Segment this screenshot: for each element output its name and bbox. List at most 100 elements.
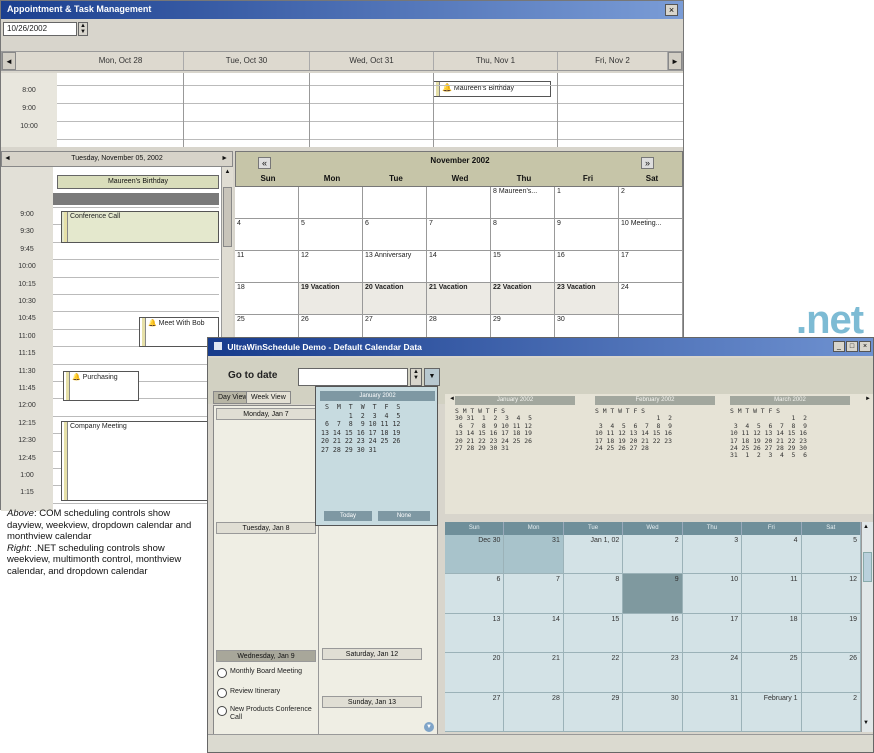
- month-day-cell[interactable]: 8: [563, 574, 624, 614]
- month-day-cell[interactable]: 6: [363, 219, 427, 251]
- month-day-cell[interactable]: 15: [563, 613, 624, 654]
- dropdown-calendar[interactable]: January 2002 S M T W T F S 1 2 3 4 5 6 7…: [315, 386, 438, 526]
- allday-event[interactable]: Maureen's Birthday: [57, 175, 219, 189]
- more-items-icon[interactable]: ▼: [424, 722, 434, 732]
- month-day-cell[interactable]: 21 Vacation: [427, 283, 491, 315]
- monthview-scrollbar[interactable]: ▲ ▼: [861, 522, 873, 732]
- month-day-cell[interactable]: 4: [235, 219, 299, 251]
- scroll-up-icon[interactable]: ▲: [863, 524, 869, 530]
- month-day-cell[interactable]: 2: [801, 692, 861, 732]
- month-day-cell[interactable]: 15: [491, 251, 555, 283]
- month-day-cell[interactable]: 23 Vacation: [555, 283, 619, 315]
- month-day-cell[interactable]: 14: [504, 613, 564, 654]
- scroll-up-icon[interactable]: ▲: [223, 169, 232, 178]
- mm-day-grid[interactable]: S M T W T F S 30 31 1 2 3 4 5 6 7 8 9 10…: [455, 407, 532, 452]
- week-day-header[interactable]: Wed, Oct 31: [310, 52, 434, 70]
- week-day-saturday[interactable]: Saturday, Jan 12: [322, 648, 422, 660]
- week-day-header[interactable]: Mon, Oct 28: [58, 52, 184, 70]
- weekview-grid[interactable]: 8:00 9:00 10:00 🔔 Maureen's Birthday: [1, 73, 683, 147]
- appointment-new-products[interactable]: New Products Conference Call: [216, 706, 316, 722]
- scroll-down-icon[interactable]: ▼: [863, 720, 869, 726]
- month-day-cell[interactable]: 7: [427, 219, 491, 251]
- month-day-cell[interactable]: 21: [504, 653, 564, 693]
- goto-date-input[interactable]: [298, 368, 408, 386]
- month-day-cell[interactable]: 8: [491, 219, 555, 251]
- month-day-cell[interactable]: 16: [555, 251, 619, 283]
- goto-date-spin[interactable]: ▲ ▼: [410, 368, 422, 386]
- appointment-company-meeting[interactable]: Company Meeting: [61, 421, 219, 501]
- month-day-cell[interactable]: 20: [445, 653, 505, 693]
- month-day-cell[interactable]: 2: [623, 535, 683, 575]
- month-day-cell[interactable]: 7: [504, 574, 564, 614]
- month-day-cell[interactable]: 6: [445, 574, 505, 614]
- month-day-cell[interactable]: 19: [801, 613, 861, 654]
- month-day-cell[interactable]: 22: [563, 653, 624, 693]
- month-day-cell[interactable]: 17: [619, 251, 683, 283]
- date-spin-button[interactable]: ▲ ▼: [78, 22, 88, 36]
- month-day-cell[interactable]: 11: [235, 251, 299, 283]
- month-day-cell[interactable]: 31: [682, 692, 743, 732]
- week-day-tuesday[interactable]: Tuesday, Jan 8: [216, 522, 316, 534]
- month-day-cell[interactable]: 10: [682, 574, 743, 614]
- month-day-cell[interactable]: 23: [623, 653, 683, 693]
- week-next-arrow-icon[interactable]: ►: [668, 52, 682, 70]
- tab-week-view[interactable]: Week View: [246, 391, 291, 404]
- scroll-thumb[interactable]: [863, 552, 872, 582]
- month-day-cell[interactable]: 13: [445, 613, 505, 654]
- scroll-thumb[interactable]: [223, 187, 232, 247]
- month-day-cell[interactable]: 5: [299, 219, 363, 251]
- month-day-cell[interactable]: 24: [682, 653, 743, 693]
- appointment-review-itinerary[interactable]: Review Itinerary: [216, 688, 316, 700]
- month-day-cell[interactable]: Jan 1, 02: [563, 535, 624, 575]
- month-day-cell[interactable]: 3: [682, 535, 743, 575]
- date-input[interactable]: 10/26/2002: [3, 22, 77, 36]
- month-day-cell[interactable]: 9: [555, 219, 619, 251]
- month-day-cell[interactable]: 12: [299, 251, 363, 283]
- mm-day-grid[interactable]: S M T W T F S 1 2 3 4 5 6 7 8 9 10 11 12…: [595, 407, 672, 452]
- week-day-header[interactable]: Fri, Nov 2: [558, 52, 668, 70]
- appointment-conference-call[interactable]: Conference Call: [61, 211, 219, 243]
- month-day-cell[interactable]: 10 Meeting...: [619, 219, 683, 251]
- month-day-cell[interactable]: 25: [742, 653, 802, 693]
- month-day-cell[interactable]: 22 Vacation: [491, 283, 555, 315]
- month-day-cell[interactable]: 13 Anniversary: [363, 251, 427, 283]
- appointment-board-meeting[interactable]: Monthly Board Meeting: [216, 668, 316, 684]
- month-day-cell[interactable]: 5: [801, 535, 861, 575]
- mm-day-grid[interactable]: S M T W T F S 1 2 3 4 5 6 7 8 9 10 11 12…: [730, 407, 807, 460]
- month-day-cell[interactable]: 29: [563, 692, 624, 732]
- month-day-cell[interactable]: February 1: [742, 692, 802, 732]
- close-button[interactable]: ×: [665, 4, 678, 16]
- month-day-cell[interactable]: 24: [619, 283, 683, 315]
- month-day-cell[interactable]: 14: [427, 251, 491, 283]
- month-day-cell[interactable]: 30: [623, 692, 683, 732]
- week-day-sunday[interactable]: Sunday, Jan 13: [322, 696, 422, 708]
- net-monthview[interactable]: Sun Mon Tue Wed Thu Fri Sat Dec 30 31 Jan 1, 02 2 3…: [445, 522, 861, 732]
- day-next-arrow-icon[interactable]: ►: [221, 152, 228, 166]
- month-day-cell[interactable]: 18: [742, 613, 802, 654]
- week-prev-arrow-icon[interactable]: ◄: [2, 52, 16, 70]
- week-day-header[interactable]: Tue, Oct 30: [184, 52, 310, 70]
- month-day-cell[interactable]: [363, 187, 427, 219]
- week-day-monday[interactable]: Monday, Jan 7: [216, 408, 316, 420]
- month-day-cell[interactable]: Dec 30: [445, 535, 505, 575]
- month-day-cell[interactable]: 27: [445, 692, 505, 732]
- appointment-purchasing[interactable]: 🔔 Purchasing: [63, 371, 139, 401]
- month-day-cell[interactable]: 8 Maureen's...: [491, 187, 555, 219]
- multimonth-calendar[interactable]: ◄ ► January 2002 February 2002 March 200…: [445, 394, 873, 514]
- month-day-cell[interactable]: [235, 187, 299, 219]
- week-appointment-birthday[interactable]: 🔔 Maureen's Birthday: [433, 81, 551, 97]
- maximize-button[interactable]: □: [846, 341, 858, 352]
- month-day-cell[interactable]: 1: [555, 187, 619, 219]
- close-button[interactable]: ×: [859, 341, 871, 352]
- month-day-cell[interactable]: 17: [682, 613, 743, 654]
- month-day-cell[interactable]: 31: [504, 535, 564, 575]
- month-day-cell[interactable]: 2: [619, 187, 683, 219]
- month-day-cell[interactable]: [427, 187, 491, 219]
- month-day-cell[interactable]: 4: [742, 535, 802, 575]
- none-button[interactable]: None: [378, 511, 430, 521]
- dropdown-arrow-icon[interactable]: ▼: [424, 368, 440, 386]
- month-day-cell[interactable]: [299, 187, 363, 219]
- week-day-wednesday[interactable]: Wednesday, Jan 9: [216, 650, 316, 662]
- mm-next-arrow-icon[interactable]: ►: [865, 396, 871, 402]
- month-day-cell[interactable]: 12: [801, 574, 861, 614]
